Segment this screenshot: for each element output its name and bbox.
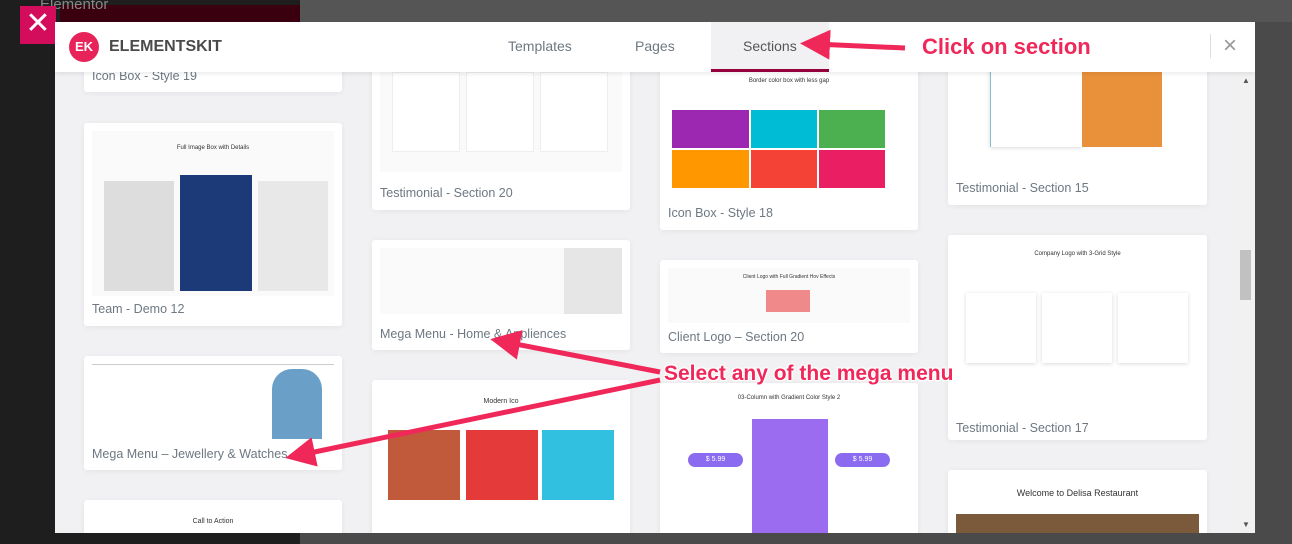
icon-box bbox=[751, 150, 817, 188]
thumbnail-title: Client Logo with Full Gradient Hov Effec… bbox=[742, 274, 836, 280]
card-thumbnail bbox=[956, 62, 1199, 172]
close-modal-button[interactable]: × bbox=[1209, 34, 1237, 58]
icon-box bbox=[672, 150, 749, 188]
card-label: Team - Demo 12 bbox=[92, 302, 185, 316]
annotation-click-section: Click on section bbox=[922, 34, 1091, 59]
team-member-image bbox=[104, 181, 174, 291]
client-logo-highlight bbox=[766, 290, 810, 312]
thumbnail-image bbox=[466, 430, 538, 500]
lamp-image bbox=[564, 248, 622, 314]
thumbnail-title: Company Logo with 3-Grid Style bbox=[1034, 251, 1121, 257]
thumbnail-title: Border color box with less gap bbox=[748, 78, 830, 84]
testimonial-box bbox=[1042, 293, 1112, 363]
card-label: Mega Menu – Jewellery & Watches bbox=[92, 447, 288, 461]
tab-pages[interactable]: Pages bbox=[603, 22, 707, 72]
brand-name: ELEMENTSKIT bbox=[109, 38, 222, 55]
card-thumbnail: Border color box with less gap bbox=[668, 62, 910, 192]
testimonial-box bbox=[466, 72, 534, 152]
annotation-select-mega-menu: Select any of the mega menu bbox=[664, 362, 954, 385]
template-card[interactable]: Modern Ico bbox=[372, 380, 630, 533]
template-card[interactable]: Testimonial - Section 20 bbox=[372, 62, 630, 210]
card-label: Mega Menu - Home & Appliences bbox=[380, 327, 567, 341]
template-card[interactable]: Client Logo with Full Gradient Hov Effec… bbox=[660, 260, 918, 353]
template-card[interactable]: Mega Menu – Jewellery & Watches bbox=[84, 356, 342, 470]
card-thumbnail: Client Logo with Full Gradient Hov Effec… bbox=[668, 268, 910, 323]
portrait-image bbox=[1082, 62, 1162, 147]
icon-box bbox=[751, 110, 817, 148]
team-member-image bbox=[180, 175, 252, 291]
thumbnail-title: Full Image Box with Details bbox=[176, 145, 250, 151]
scroll-up-icon[interactable]: ▲ bbox=[1242, 76, 1250, 85]
template-card[interactable]: Testimonial - Section 15 bbox=[948, 62, 1207, 205]
thumbnail-image bbox=[388, 430, 460, 500]
card-label: Testimonial - Section 20 bbox=[380, 186, 513, 200]
thumbnail-title: Modern Ico bbox=[483, 398, 519, 405]
scrollbar-thumb[interactable] bbox=[1240, 250, 1251, 300]
template-library-modal: EK ELEMENTSKIT Templates Pages Sections … bbox=[55, 22, 1255, 533]
card-thumbnail bbox=[380, 248, 622, 314]
testimonial-box bbox=[392, 72, 460, 152]
editor-topbar bbox=[300, 0, 1292, 22]
elementskit-logo: EK bbox=[69, 32, 99, 62]
card-label: Client Logo – Section 20 bbox=[668, 330, 805, 344]
template-card[interactable]: Border color box with less gap Icon Box … bbox=[660, 62, 918, 230]
food-image bbox=[956, 514, 1199, 533]
team-member-image bbox=[258, 181, 328, 291]
thumbnail-title: Welcome to Delisa Restaurant bbox=[1016, 488, 1139, 498]
card-thumbnail bbox=[380, 62, 622, 172]
testimonial-box bbox=[990, 62, 1082, 147]
template-card[interactable]: Mega Menu - Home & Appliences bbox=[372, 240, 630, 350]
scroll-down-icon[interactable]: ▼ bbox=[1242, 520, 1250, 529]
divider bbox=[92, 364, 334, 365]
tab-sections[interactable]: Sections bbox=[711, 22, 829, 72]
testimonial-box bbox=[966, 293, 1036, 363]
card-label: Testimonial - Section 15 bbox=[956, 181, 1089, 195]
card-label: Icon Box - Style 18 bbox=[668, 206, 773, 220]
card-label: Testimonial - Section 17 bbox=[956, 421, 1089, 435]
template-card[interactable]: Call to Action bbox=[84, 500, 342, 533]
card-thumbnail: Company Logo with 3-Grid Style bbox=[956, 243, 1199, 413]
card-thumbnail bbox=[92, 364, 334, 439]
testimonial-box bbox=[540, 72, 608, 152]
template-card[interactable]: Full Image Box with Details Team - Demo … bbox=[84, 123, 342, 326]
icon-box bbox=[819, 150, 885, 188]
price-badge: $ 5.99 bbox=[688, 453, 743, 467]
testimonial-box bbox=[1118, 293, 1188, 363]
thumbnail-title: Call to Action bbox=[192, 518, 234, 525]
tab-templates[interactable]: Templates bbox=[476, 22, 604, 72]
thumbnail-image bbox=[542, 430, 614, 500]
template-card[interactable]: Company Logo with 3-Grid Style Testimoni… bbox=[948, 235, 1207, 440]
icon-box bbox=[672, 110, 749, 148]
template-card[interactable]: 03-Column with Gradient Color Style 2 $ … bbox=[660, 383, 918, 533]
close-icon[interactable]: ✕ bbox=[20, 6, 56, 44]
template-card[interactable]: Welcome to Delisa Restaurant bbox=[948, 470, 1207, 533]
scrollbar[interactable] bbox=[1238, 72, 1253, 533]
model-image bbox=[272, 369, 322, 439]
icon-box bbox=[819, 110, 885, 148]
card-thumbnail: Full Image Box with Details bbox=[92, 131, 334, 296]
thumbnail-title: 03-Column with Gradient Color Style 2 bbox=[737, 395, 841, 401]
pricing-column-highlight bbox=[752, 419, 828, 533]
price-badge: $ 5.99 bbox=[835, 453, 890, 467]
